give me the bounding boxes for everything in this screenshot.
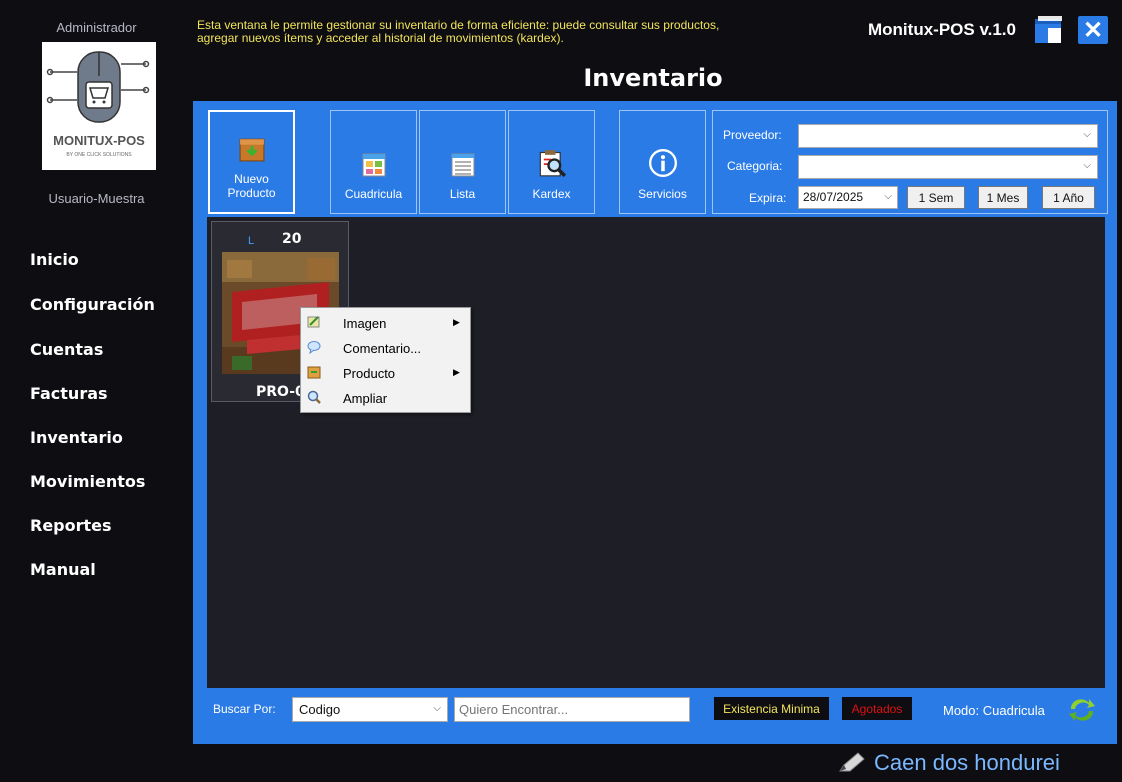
sidebar: Administrador MONITUX-POS BY ONE CLICK S…	[0, 0, 193, 782]
window-description: Esta ventana le permite gestionar su inv…	[197, 19, 817, 45]
pencil-icon	[839, 752, 865, 772]
category-select[interactable]: ⌵	[798, 155, 1098, 179]
app-title: Monitux-POS v.1.0	[868, 20, 1016, 39]
grid-view-button[interactable]: Cuadricula	[330, 110, 417, 214]
window-maximize-icon	[1035, 16, 1062, 43]
refresh-icon	[1069, 699, 1095, 721]
context-item-producto[interactable]: Producto ▶	[301, 361, 470, 385]
category-label: Categoria:	[727, 159, 783, 173]
product-box-icon	[307, 366, 321, 379]
context-item-ampliar[interactable]: Ampliar	[301, 386, 470, 410]
minimum-stock-filter[interactable]: Existencia Minima	[714, 697, 829, 720]
nav-cuentas[interactable]: Cuentas	[30, 340, 103, 359]
submenu-arrow-icon: ▶	[453, 317, 460, 327]
range-1-week-button[interactable]: 1 Sem	[907, 186, 965, 209]
context-item-comentario[interactable]: Comentario...	[301, 336, 470, 360]
chevron-down-icon: ⌵	[884, 191, 892, 202]
news-ticker-text: Caen dos hondurei	[874, 750, 1060, 775]
inventory-panel: Nuevo Producto Cuadricula Lista Kardex S…	[193, 101, 1117, 744]
list-view-button[interactable]: Lista	[419, 110, 506, 214]
range-1-month-button[interactable]: 1 Mes	[978, 186, 1028, 209]
user-label: Usuario-Muestra	[48, 191, 145, 206]
chevron-down-icon: ⌵	[433, 703, 441, 714]
refresh-button[interactable]	[1067, 697, 1097, 723]
kardex-label: Kardex	[532, 187, 571, 201]
maximize-button[interactable]	[1034, 16, 1064, 44]
edit-image-icon	[307, 316, 320, 328]
product-grid: L 20 PRO-0	[207, 217, 1105, 688]
context-item-imagen[interactable]: Imagen ▶	[301, 311, 470, 335]
chevron-down-icon: ⌵	[1083, 160, 1091, 171]
role-label: Administrador	[56, 20, 137, 35]
nav-inventario[interactable]: Inventario	[30, 428, 123, 447]
description-line-2: agregar nuevos ítems y acceder al histor…	[197, 31, 564, 45]
page-title: Inventario	[583, 64, 723, 92]
chevron-down-icon: ⌵	[1083, 129, 1091, 140]
submenu-arrow-icon: ▶	[453, 367, 460, 377]
new-product-button[interactable]: Nuevo Producto	[208, 110, 295, 214]
services-label: Servicios	[638, 187, 687, 201]
app-logo: MONITUX-POS BY ONE CLICK SOLUTIONS	[42, 42, 156, 170]
services-button[interactable]: Servicios	[619, 110, 706, 214]
supplier-select[interactable]: ⌵	[798, 124, 1098, 148]
search-field-select[interactable]: Codigo ⌵	[292, 697, 448, 722]
search-bar: Buscar Por: Codigo ⌵ Existencia Minima A…	[193, 697, 1117, 731]
nav-movimientos[interactable]: Movimientos	[30, 472, 145, 491]
expires-date-picker[interactable]: 28/07/2025 ⌵	[798, 186, 898, 209]
range-1-year-button[interactable]: 1 Año	[1042, 186, 1095, 209]
logo-subtitle: BY ONE CLICK SOLUTIONS	[66, 152, 132, 158]
nav-configuracion[interactable]: Configuración	[30, 295, 155, 314]
zoom-icon	[307, 390, 321, 404]
kardex-search-icon	[539, 150, 566, 177]
grid-view-label: Cuadricula	[344, 187, 403, 201]
list-icon	[451, 153, 474, 177]
list-view-label: Lista	[449, 187, 476, 201]
context-menu: Imagen ▶ Comentario... Producto ▶ Amplia…	[300, 307, 471, 413]
comment-icon	[307, 341, 321, 354]
expires-label: Expira:	[749, 191, 787, 205]
nav-inicio[interactable]: Inicio	[30, 250, 79, 269]
product-code: PRO-0	[256, 384, 305, 400]
new-product-label: Nuevo Producto	[227, 172, 276, 200]
news-ticker: Caen dos hondurei	[838, 750, 1060, 776]
view-mode-label: Modo: Cuadricula	[943, 703, 1045, 718]
logo-text: MONITUX-POS	[53, 133, 145, 148]
nav-reportes[interactable]: Reportes	[30, 516, 112, 535]
close-button[interactable]: ✕	[1078, 16, 1108, 44]
grid-icon	[362, 153, 385, 177]
product-quantity: 20	[282, 231, 302, 247]
stock-tag: L	[248, 235, 255, 247]
search-input[interactable]	[454, 697, 690, 722]
close-icon: ✕	[1082, 16, 1104, 44]
out-of-stock-filter[interactable]: Agotados	[842, 697, 912, 720]
info-icon	[648, 149, 677, 177]
search-by-label: Buscar Por:	[213, 702, 276, 716]
kardex-button[interactable]: Kardex	[508, 110, 595, 214]
nav-facturas[interactable]: Facturas	[30, 384, 108, 403]
supplier-label: Proveedor:	[723, 128, 782, 142]
filter-box: Proveedor: ⌵ Categoria: ⌵ Expira: 28/07/…	[712, 110, 1108, 214]
nav-manual[interactable]: Manual	[30, 560, 96, 579]
new-product-icon	[239, 138, 264, 162]
